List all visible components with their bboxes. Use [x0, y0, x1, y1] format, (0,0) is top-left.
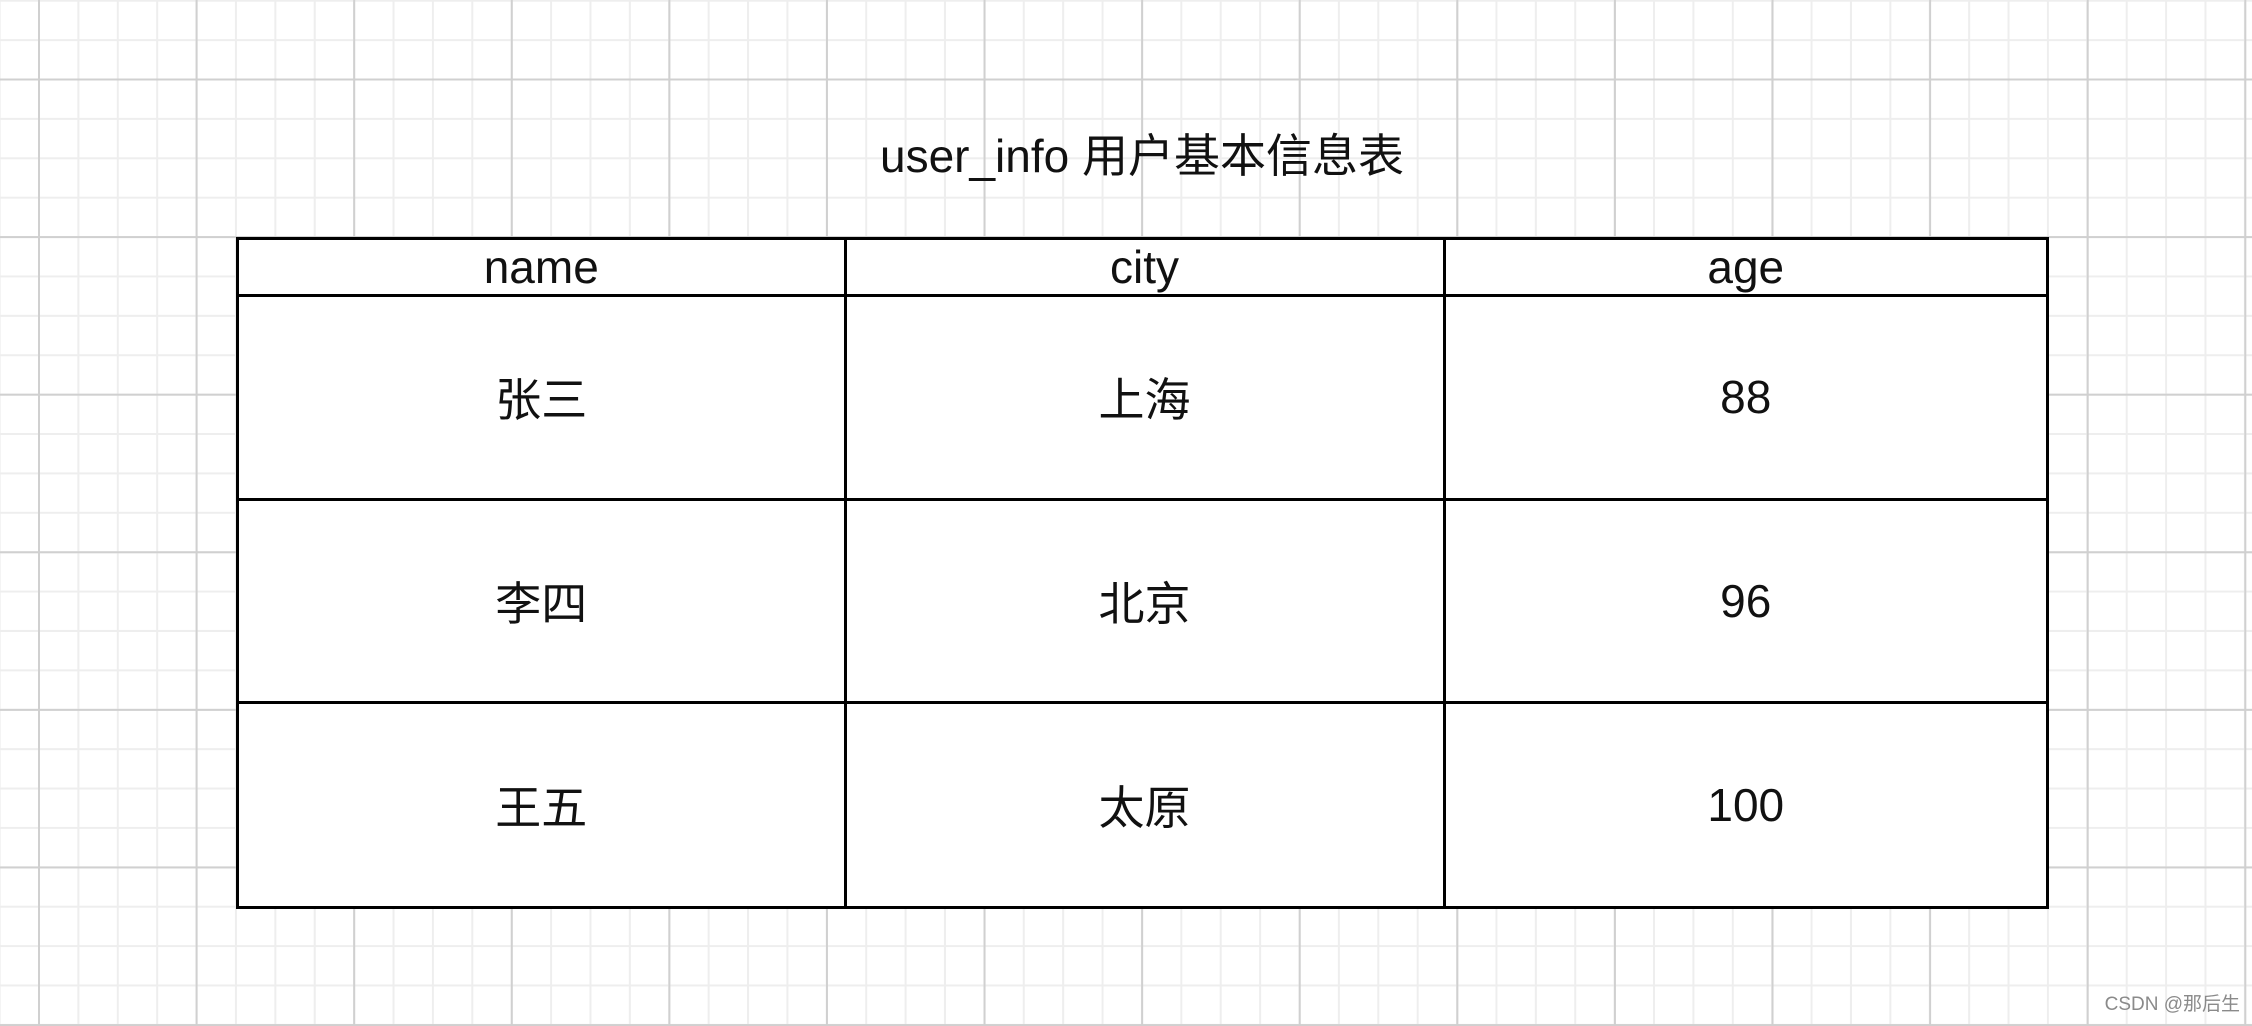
table-title: user_info 用户基本信息表 — [879, 130, 1404, 182]
watermark: CSDN @那后生 — [2104, 994, 2240, 1015]
cell-name: 李四 — [239, 497, 847, 704]
cell-city: 太原 — [843, 701, 1446, 906]
cell-name: 张三 — [239, 294, 847, 501]
cell-city: 北京 — [843, 497, 1446, 704]
cell-age: 88 — [1442, 294, 2046, 501]
column-header-name: name — [239, 240, 847, 297]
user-info-table: name city age 张三 上海 88 李四 北京 96 王五 太原 10… — [236, 237, 2049, 909]
cell-age: 100 — [1442, 701, 2046, 906]
cell-city: 上海 — [843, 294, 1446, 501]
table-row: 李四 北京 96 — [239, 497, 2046, 704]
table-row: 张三 上海 88 — [239, 294, 2046, 501]
column-header-age: age — [1442, 240, 2046, 297]
column-header-city: city — [843, 240, 1446, 297]
header-row: name city age — [239, 240, 2046, 297]
table-row: 王五 太原 100 — [239, 701, 2046, 906]
data-table: name city age 张三 上海 88 李四 北京 96 王五 太原 10… — [239, 240, 2046, 906]
cell-age: 96 — [1442, 497, 2046, 704]
cell-name: 王五 — [239, 701, 847, 906]
